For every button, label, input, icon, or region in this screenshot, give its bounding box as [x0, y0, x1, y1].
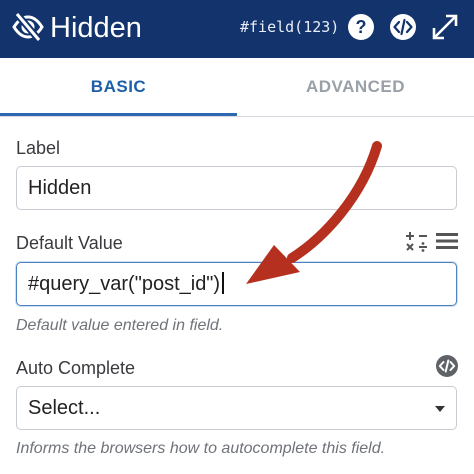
- autocomplete-selected-value: Select...: [28, 397, 101, 419]
- menu-icon[interactable]: [436, 232, 458, 250]
- tab-bar: BASIC ADVANCED: [0, 58, 474, 117]
- svg-text:?: ?: [356, 17, 367, 37]
- dropdown-caret-icon: [435, 406, 445, 412]
- panel-header: Hidden #field(123) ?: [0, 0, 474, 58]
- default-value-input[interactable]: #query_var("post_id"): [16, 262, 457, 306]
- autocomplete-help: Informs the browsers how to autocomplete…: [16, 440, 386, 457]
- tab-basic[interactable]: BASIC: [0, 58, 237, 116]
- default-value-label: Default Value: [16, 233, 123, 253]
- help-icon[interactable]: ?: [347, 13, 375, 41]
- label-field-label: Label: [16, 138, 61, 158]
- autocomplete-select[interactable]: Select...: [16, 386, 457, 430]
- default-value-text: #query_var("post_id"): [28, 273, 221, 295]
- code-icon[interactable]: [435, 354, 459, 378]
- field-title: Hidden: [50, 12, 142, 44]
- code-icon[interactable]: [389, 13, 417, 41]
- active-tab-indicator: [0, 113, 237, 116]
- field-id-label: #field(123): [240, 18, 340, 36]
- text-caret: [222, 272, 224, 294]
- label-input[interactable]: Hidden: [16, 166, 457, 210]
- calculator-icon[interactable]: [405, 231, 429, 253]
- autocomplete-label: Auto Complete: [16, 358, 136, 378]
- default-value-help: Default value entered in field.: [16, 317, 224, 334]
- tab-advanced[interactable]: ADVANCED: [237, 58, 474, 116]
- eye-slash-icon: [12, 11, 44, 43]
- expand-icon[interactable]: [431, 13, 459, 41]
